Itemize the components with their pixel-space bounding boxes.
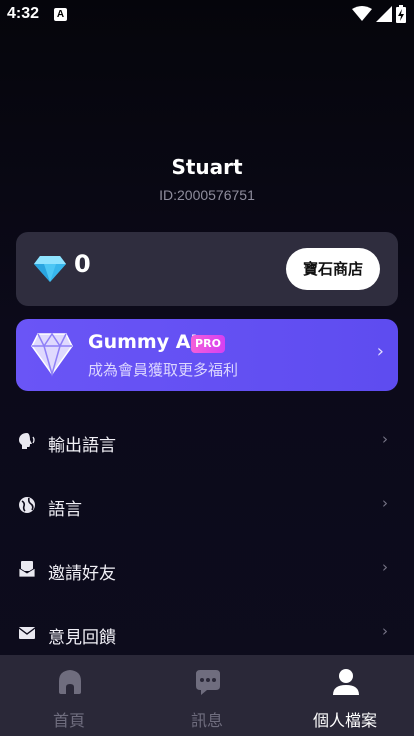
wifi-icon [352,6,372,21]
tab-profile[interactable]: 個人檔案 [276,655,414,736]
chat-icon [196,670,220,695]
profile-icon [333,669,359,695]
globe-icon [19,497,35,513]
status-icons [352,5,406,23]
profile-id: ID:2000576751 [159,187,255,203]
pro-card-subtitle: 成為會員獲取更多福利 [88,361,239,379]
tab-label: 首頁 [52,711,85,730]
diamond-outline-icon [31,332,73,377]
tab-home[interactable]: 首頁 [0,655,138,736]
pro-badge: PRO [191,335,225,353]
menu-item-feedback[interactable]: 意見回饋 › [0,612,414,656]
chevron-right-icon: › [382,494,388,512]
bottom-tab-bar: 首頁 訊息 個人檔案 [0,655,414,736]
home-icon [59,670,81,694]
menu-item-output-language[interactable]: 輸出語言 › [0,420,414,464]
gem-count: 0 [74,250,91,278]
battery-icon [396,5,406,23]
tab-label: 個人檔案 [312,711,377,730]
status-time: 4:32 [7,5,40,22]
pro-card-title: Gummy AI [88,331,198,353]
speaking-head-icon [19,433,35,449]
menu-item-language[interactable]: 語言 › [0,484,414,528]
chevron-right-icon: › [382,430,388,448]
chevron-right-icon: › [382,622,388,640]
invite-icon [18,561,36,578]
tab-label: 訊息 [190,711,223,730]
signal-icon [376,6,392,22]
chevron-right-icon: › [382,558,388,576]
menu-label: 意見回饋 [48,628,116,648]
menu-item-invite-friends[interactable]: 邀請好友 › [0,548,414,592]
gem-store-button[interactable]: 寶石商店 [286,248,380,290]
tab-messages[interactable]: 訊息 [138,655,276,736]
gem-balance-card: 0 寶石商店 [16,232,398,306]
menu-label: 語言 [48,500,82,520]
chevron-right-icon: › [376,341,384,362]
menu-label: 輸出語言 [48,436,116,456]
menu-label: 邀請好友 [48,564,116,584]
pro-membership-card[interactable]: Gummy AI PRO 成為會員獲取更多福利 › [16,319,398,391]
mail-icon [18,627,36,639]
profile-name: Stuart [171,155,243,179]
notification-icon: A [54,8,67,21]
status-bar: 4:32 A [0,0,414,28]
diamond-icon [34,256,66,282]
